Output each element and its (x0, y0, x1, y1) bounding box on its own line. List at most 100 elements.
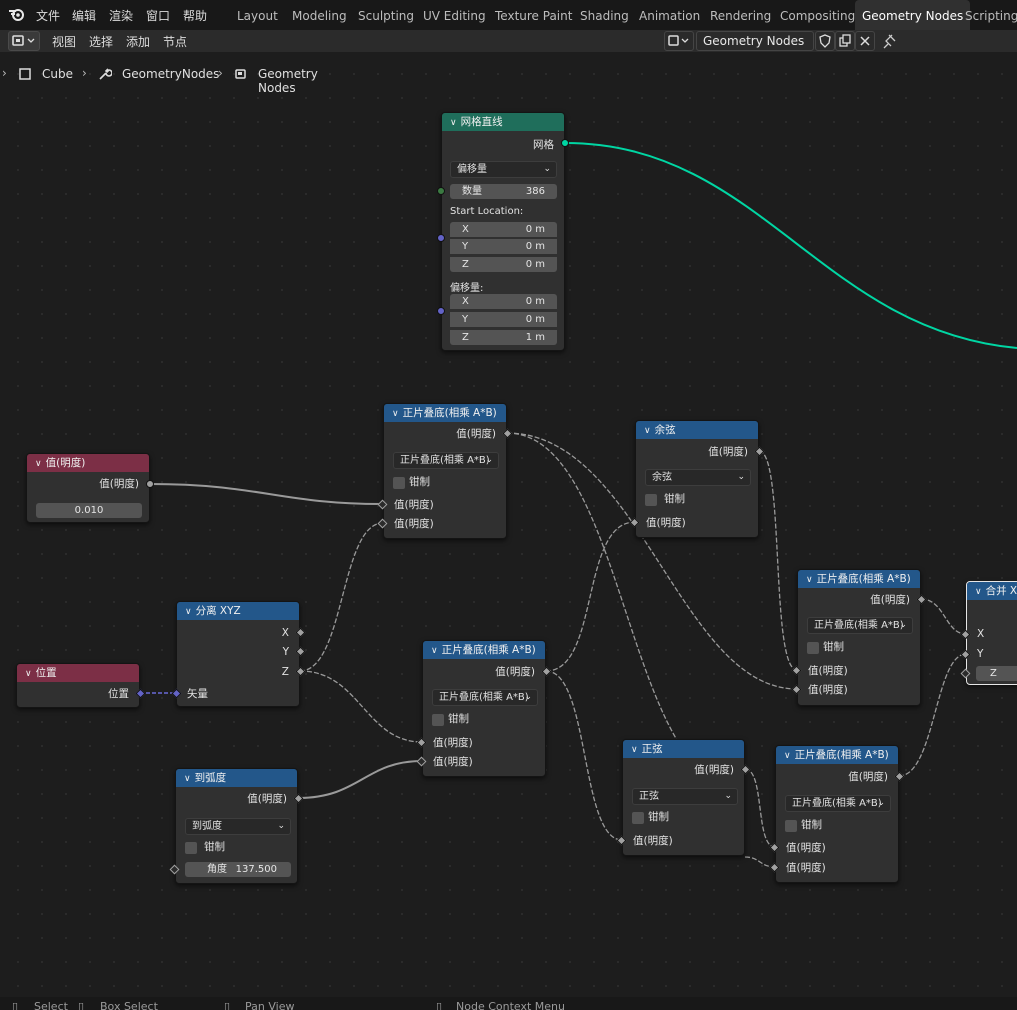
menu-help[interactable]: 帮助 (183, 7, 207, 24)
chevron-down-icon[interactable]: ∨ (631, 741, 638, 758)
menu-window[interactable]: 窗口 (146, 7, 170, 24)
count-input-socket[interactable] (437, 187, 445, 195)
node-header[interactable]: ∨ 到弧度 (176, 769, 297, 787)
node-sine[interactable]: ∨ 正弦 值(明度) 正弦 ⌄ 钳制 值(明度) (622, 739, 745, 856)
node-header[interactable]: ∨ 值(明度) (27, 454, 149, 472)
operation-dropdown[interactable]: 正弦 ⌄ (632, 788, 738, 805)
node-multiply-2[interactable]: ∨ 正片叠底(相乘 A*B) 值(明度) 正片叠底(相乘 A*B) ⌄ 钳制 值(明… (422, 640, 546, 777)
tab-sculpting[interactable]: Sculpting (351, 0, 421, 30)
clamp-checkbox[interactable] (785, 820, 797, 832)
menu-view[interactable]: 视图 (52, 33, 76, 50)
chevron-down-icon[interactable]: ∨ (975, 583, 982, 600)
blender-logo-icon[interactable] (8, 6, 28, 24)
start-x-field[interactable]: X 0 m (450, 222, 557, 237)
node-combine-xyz[interactable]: ∨ 合并 X X Y Z (966, 581, 1017, 685)
angle-field[interactable]: 角度 137.500 (185, 862, 291, 877)
operation-dropdown[interactable]: 正片叠底(相乘 A*B) ⌄ (432, 689, 538, 706)
chevron-down-icon[interactable]: ∨ (35, 455, 42, 472)
node-multiply-1[interactable]: ∨ 正片叠底(相乘 A*B) 值(明度) 正片叠底(相乘 A*B) ⌄ 钳制 值(明… (383, 403, 507, 539)
tab-uv-editing[interactable]: UV Editing (416, 0, 493, 30)
clamp-checkbox[interactable] (393, 477, 405, 489)
menu-select[interactable]: 选择 (89, 33, 113, 50)
chevron-down-icon[interactable]: ∨ (184, 770, 191, 787)
input-a-label: 值(明度) (786, 842, 826, 854)
menu-edit[interactable]: 编辑 (72, 7, 96, 24)
operation-dropdown[interactable]: 正片叠底(相乘 A*B) ⌄ (393, 452, 499, 469)
chevron-down-icon[interactable]: ∨ (392, 405, 399, 422)
node-cosine[interactable]: ∨ 余弦 值(明度) 余弦 ⌄ 钳制 值(明度) (635, 420, 759, 538)
clamp-checkbox[interactable] (807, 642, 819, 654)
tab-scripting[interactable]: Scripting (958, 0, 1017, 30)
node-tree-name-field[interactable]: Geometry Nodes (696, 31, 814, 51)
clamp-checkbox[interactable] (432, 714, 444, 726)
count-field[interactable]: 数量 386 (450, 184, 557, 199)
chevron-down-icon[interactable]: ∨ (784, 747, 791, 764)
z-field[interactable]: Z (976, 666, 1017, 681)
editor-type-button[interactable] (8, 31, 40, 51)
menu-add[interactable]: 添加 (126, 33, 150, 50)
start-z-field[interactable]: Z 0 m (450, 257, 557, 272)
breadcrumb-modifier[interactable]: GeometryNodes (122, 67, 219, 81)
clamp-label: 钳制 (409, 476, 430, 488)
node-value[interactable]: ∨ 值(明度) 值(明度) 0.010 (26, 453, 150, 523)
tab-layout[interactable]: Layout (230, 0, 285, 30)
offset-z-field[interactable]: Z 1 m (450, 330, 557, 345)
node-header[interactable]: ∨ 分离 XYZ (177, 602, 299, 620)
node-multiply-3[interactable]: ∨ 正片叠底(相乘 A*B) 值(明度) 正片叠底(相乘 A*B) ⌄ 钳制 值(明… (797, 569, 921, 706)
breadcrumb-object[interactable]: Cube (42, 67, 73, 81)
tab-compositing[interactable]: Compositing (773, 0, 862, 30)
clamp-checkbox[interactable] (645, 494, 657, 506)
breadcrumb-tree[interactable]: Geometry Nodes (258, 67, 318, 95)
node-header[interactable]: ∨ 正片叠底(相乘 A*B) (384, 404, 506, 422)
node-header[interactable]: ∨ 合并 X (967, 582, 1017, 600)
menu-node[interactable]: 节点 (163, 33, 187, 50)
pin-icon[interactable] (882, 32, 900, 50)
clamp-checkbox[interactable] (185, 842, 197, 854)
node-to-radians[interactable]: ∨ 到弧度 值(明度) 到弧度 ⌄ 钳制 角度 137.500 (175, 768, 298, 884)
node-separate-xyz[interactable]: ∨ 分离 XYZ X Y Z 矢量 (176, 601, 300, 707)
chevron-down-icon[interactable]: ∨ (450, 114, 457, 131)
node-header[interactable]: ∨ 余弦 (636, 421, 758, 439)
node-position[interactable]: ∨ 位置 位置 (16, 663, 140, 708)
node-header[interactable]: ∨ 位置 (17, 664, 139, 682)
chevron-down-icon[interactable]: ∨ (431, 642, 438, 659)
chevron-down-icon[interactable]: ∨ (644, 422, 651, 439)
tab-modeling[interactable]: Modeling (285, 0, 354, 30)
chevron-down-icon[interactable]: ∨ (185, 603, 192, 620)
node-tree-browse-button[interactable] (664, 31, 694, 51)
start-input-socket[interactable] (437, 234, 445, 242)
mesh-output-socket[interactable] (561, 139, 569, 147)
tab-geometry-nodes[interactable]: Geometry Nodes (855, 0, 971, 30)
chevron-down-icon[interactable]: ∨ (806, 571, 813, 588)
mode-dropdown[interactable]: 偏移量 ⌄ (450, 161, 557, 178)
operation-dropdown[interactable]: 到弧度 ⌄ (185, 818, 291, 835)
node-header[interactable]: ∨ 正片叠底(相乘 A*B) (423, 641, 545, 659)
tab-animation[interactable]: Animation (632, 0, 707, 30)
operation-dropdown[interactable]: 正片叠底(相乘 A*B) ⌄ (807, 617, 913, 634)
node-header[interactable]: ∨ 正片叠底(相乘 A*B) (798, 570, 920, 588)
tab-shading[interactable]: Shading (573, 0, 636, 30)
menu-render[interactable]: 渲染 (109, 7, 133, 24)
offset-y-field[interactable]: Y 0 m (450, 312, 557, 327)
node-mesh-line[interactable]: ∨ 网格直线 网格 偏移量 ⌄ 数量 386 Start Location: X 0 m… (441, 112, 565, 351)
chevron-down-icon[interactable]: ∨ (25, 665, 32, 682)
duplicate-icon[interactable] (835, 31, 855, 51)
offset-x-field[interactable]: X 0 m (450, 294, 557, 309)
operation-dropdown[interactable]: 正片叠底(相乘 A*B) ⌄ (785, 795, 891, 812)
tab-texture-paint[interactable]: Texture Paint (488, 0, 579, 30)
object-cube-icon (18, 67, 32, 84)
close-icon[interactable] (855, 31, 875, 51)
node-multiply-4[interactable]: ∨ 正片叠底(相乘 A*B) 值(明度) 正片叠底(相乘 A*B) ⌄ 钳制 值(明… (775, 745, 899, 883)
tab-rendering[interactable]: Rendering (703, 0, 778, 30)
node-header[interactable]: ∨ 正片叠底(相乘 A*B) (776, 746, 898, 764)
node-header[interactable]: ∨ 网格直线 (442, 113, 564, 131)
start-y-field[interactable]: Y 0 m (450, 239, 557, 254)
clamp-checkbox[interactable] (632, 812, 644, 824)
value-field[interactable]: 0.010 (36, 503, 142, 518)
operation-dropdown[interactable]: 余弦 ⌄ (645, 469, 751, 486)
offset-input-socket[interactable] (437, 307, 445, 315)
node-header[interactable]: ∨ 正弦 (623, 740, 744, 758)
value-output-socket[interactable] (146, 480, 154, 488)
menu-file[interactable]: 文件 (36, 7, 60, 24)
fake-user-shield-icon[interactable] (815, 31, 835, 51)
